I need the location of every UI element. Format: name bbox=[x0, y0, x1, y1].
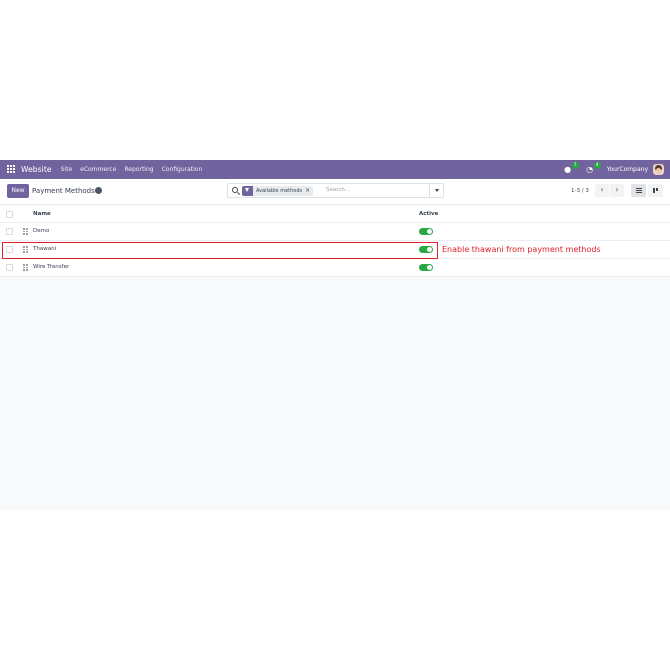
select-all-checkbox[interactable] bbox=[6, 211, 13, 218]
messages-icon[interactable]: ● 7 bbox=[563, 161, 579, 175]
filter-icon bbox=[242, 186, 253, 196]
drag-handle-icon[interactable] bbox=[23, 264, 28, 271]
pager-value[interactable]: 1-3 / 3 bbox=[571, 188, 589, 194]
drag-handle-icon[interactable] bbox=[23, 228, 28, 235]
table-row[interactable]: Demo bbox=[0, 223, 670, 241]
search-bar[interactable]: Available methods × Search... bbox=[227, 183, 444, 198]
top-navbar: Website Site eCommerce Reporting Configu… bbox=[0, 160, 670, 179]
control-panel: New Payment Methods Available methods × … bbox=[0, 179, 670, 205]
search-input[interactable]: Search... bbox=[326, 187, 350, 193]
annotation-note: Enable thawani from payment methods bbox=[442, 245, 601, 254]
menu-reporting[interactable]: Reporting bbox=[124, 166, 153, 173]
row-checkbox[interactable] bbox=[6, 228, 13, 235]
navbar-systray: ● 7 ◔ 4 YourCompany bbox=[563, 160, 670, 179]
active-toggle[interactable] bbox=[419, 228, 433, 235]
row-name[interactable]: Demo bbox=[33, 228, 49, 234]
table-row[interactable]: Wire Transfer bbox=[0, 259, 670, 277]
odoo-app-window: Website Site eCommerce Reporting Configu… bbox=[0, 160, 670, 510]
active-toggle[interactable] bbox=[419, 264, 433, 271]
menu-ecommerce[interactable]: eCommerce bbox=[80, 166, 116, 173]
table-header: Name Active bbox=[0, 206, 670, 223]
search-icon[interactable] bbox=[232, 187, 238, 193]
messages-badge: 7 bbox=[571, 161, 579, 169]
column-header-name[interactable]: Name bbox=[33, 211, 51, 217]
activities-icon[interactable]: ◔ 4 bbox=[585, 161, 601, 175]
app-brand[interactable]: Website bbox=[21, 165, 52, 174]
search-divider bbox=[429, 184, 430, 197]
menu-configuration[interactable]: Configuration bbox=[162, 166, 203, 173]
facet-label: Available methods bbox=[256, 188, 303, 194]
menu-site[interactable]: Site bbox=[61, 166, 73, 173]
list-view-button[interactable] bbox=[631, 184, 646, 197]
kanban-view-button[interactable] bbox=[648, 184, 663, 197]
app-menu-icon[interactable] bbox=[7, 165, 16, 174]
row-checkbox[interactable] bbox=[6, 264, 13, 271]
search-options-toggle[interactable] bbox=[435, 189, 439, 192]
column-header-active[interactable]: Active bbox=[419, 211, 438, 217]
pager-next-button[interactable]: › bbox=[610, 184, 624, 197]
search-facet: Available methods × bbox=[242, 186, 314, 196]
row-name[interactable]: Wire Transfer bbox=[33, 264, 69, 270]
activities-badge: 4 bbox=[593, 161, 601, 169]
new-button[interactable]: New bbox=[7, 184, 29, 198]
user-avatar[interactable] bbox=[653, 164, 664, 175]
gear-icon[interactable] bbox=[96, 188, 101, 193]
facet-remove-icon[interactable]: × bbox=[305, 186, 313, 196]
company-switcher[interactable]: YourCompany bbox=[607, 166, 648, 173]
pager-previous-button[interactable]: ‹ bbox=[595, 184, 609, 197]
annotation-highlight-box bbox=[2, 242, 438, 259]
page-title: Payment Methods bbox=[32, 187, 95, 195]
